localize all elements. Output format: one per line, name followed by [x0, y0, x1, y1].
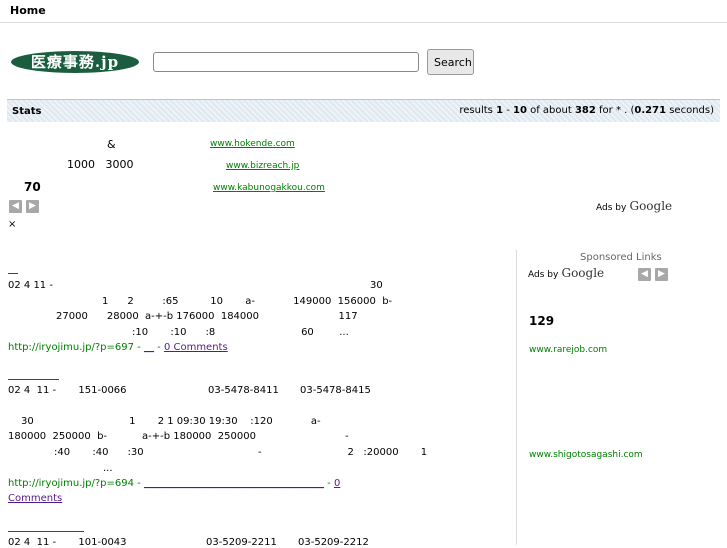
meta-sep: - [153, 342, 164, 353]
post-text: ... [103, 463, 113, 474]
search-input[interactable] [153, 52, 419, 72]
post-link[interactable]: __ [144, 342, 154, 353]
prev-arrow-icon[interactable]: ◀ [9, 200, 22, 213]
ad-text: 1000 3000 [67, 158, 134, 171]
comments-link[interactable]: 0 [334, 478, 340, 489]
stats-label: Stats [12, 106, 42, 117]
ads-by-label: Ads by [596, 203, 627, 213]
post-title-link[interactable] [8, 273, 18, 274]
comments-link[interactable]: Comments [8, 493, 62, 504]
range-end: 10 [513, 105, 527, 116]
home-link[interactable]: Home [10, 4, 46, 17]
search-time: 0.271 [634, 105, 667, 116]
post-text: 1 2 :65 10 a- 149000 156000 b- [102, 296, 393, 307]
ads-by-google[interactable]: Ads by Google [528, 266, 604, 280]
ad-link[interactable]: www.kabunogakkou.com [213, 183, 325, 193]
ad-link[interactable]: www.hokende.com [210, 139, 295, 149]
results-summary: results 1 - 10 of about 382 for * . (0.2… [459, 105, 714, 116]
sidebar-divider [516, 250, 517, 545]
google-logo: Google [629, 199, 673, 213]
ad-link[interactable]: www.bizreach.jp [226, 161, 299, 171]
post-phone: 03-5209-2211 [206, 537, 277, 548]
next-arrow-icon[interactable]: ▶ [655, 268, 668, 281]
sidebar-ad-link[interactable]: www.shigotosagashi.com [529, 450, 643, 460]
ad-text: & [107, 138, 116, 151]
results-prefix: results [459, 105, 497, 116]
post-date: 02 4 11 - 151-0066 [8, 385, 127, 396]
top-nav: Home [0, 0, 727, 23]
post-date: 02 4 11 - 101-0043 [8, 537, 127, 548]
range-sep: - [503, 105, 514, 116]
comments-link[interactable]: 0 Comments [164, 342, 228, 353]
post-date: 02 4 11 - [8, 280, 53, 291]
next-arrow-icon[interactable]: ▶ [26, 200, 39, 213]
results-suffix: seconds) [666, 105, 714, 116]
post-text: 27000 28000 a-+-b 176000 184000 117 [56, 311, 358, 322]
sidebar-ad-link[interactable]: www.rarejob.com [529, 345, 607, 355]
ad-text: 70 [24, 180, 41, 194]
ads-by-google[interactable]: Ads by Google [596, 199, 672, 213]
post-text: :10 :10 :8 60 ... [132, 327, 349, 338]
post-fax: 03-5478-8415 [300, 385, 371, 396]
site-logo[interactable]: 医療事務.jp [11, 51, 139, 73]
results-query: for * . ( [595, 105, 635, 116]
close-icon[interactable]: × [8, 219, 16, 230]
sponsored-links-label: Sponsored Links [580, 252, 662, 263]
sidebar-ad-text: 129 [529, 314, 555, 328]
post-url[interactable]: http://iryojimu.jp/?p=697 - [8, 342, 144, 353]
post-title-link[interactable] [8, 379, 59, 380]
post-title-link[interactable] [8, 531, 84, 532]
ads-by-label: Ads by [528, 270, 559, 280]
meta-sep: - [323, 478, 334, 489]
google-logo: Google [561, 266, 605, 280]
post-text: 180000 250000 b- a-+-b 180000 250000 - [8, 431, 349, 442]
post-text: :40 :40 :30 - 2 :20000 1 [54, 447, 428, 458]
post-meta: http://iryojimu.jp/?p=697 - __ - 0 Comme… [8, 342, 228, 353]
post-text: 30 [370, 280, 383, 291]
search-button[interactable]: Search [427, 49, 474, 75]
results-total: 382 [574, 105, 596, 116]
prev-arrow-icon[interactable]: ◀ [638, 268, 651, 281]
post-link[interactable]: ____________________________________ [144, 478, 324, 489]
post-text: 30 1 2 1 09:30 19:30 :120 a- [21, 416, 321, 427]
post-meta: http://iryojimu.jp/?p=694 - ____________… [8, 478, 340, 489]
results-about: of about [526, 105, 575, 116]
range-start: 1 [496, 105, 504, 116]
post-fax: 03-5209-2212 [298, 537, 369, 548]
stats-bar: Stats results 1 - 10 of about 382 for * … [7, 99, 720, 122]
post-phone: 03-5478-8411 [208, 385, 279, 396]
post-url[interactable]: http://iryojimu.jp/?p=694 - [8, 478, 144, 489]
